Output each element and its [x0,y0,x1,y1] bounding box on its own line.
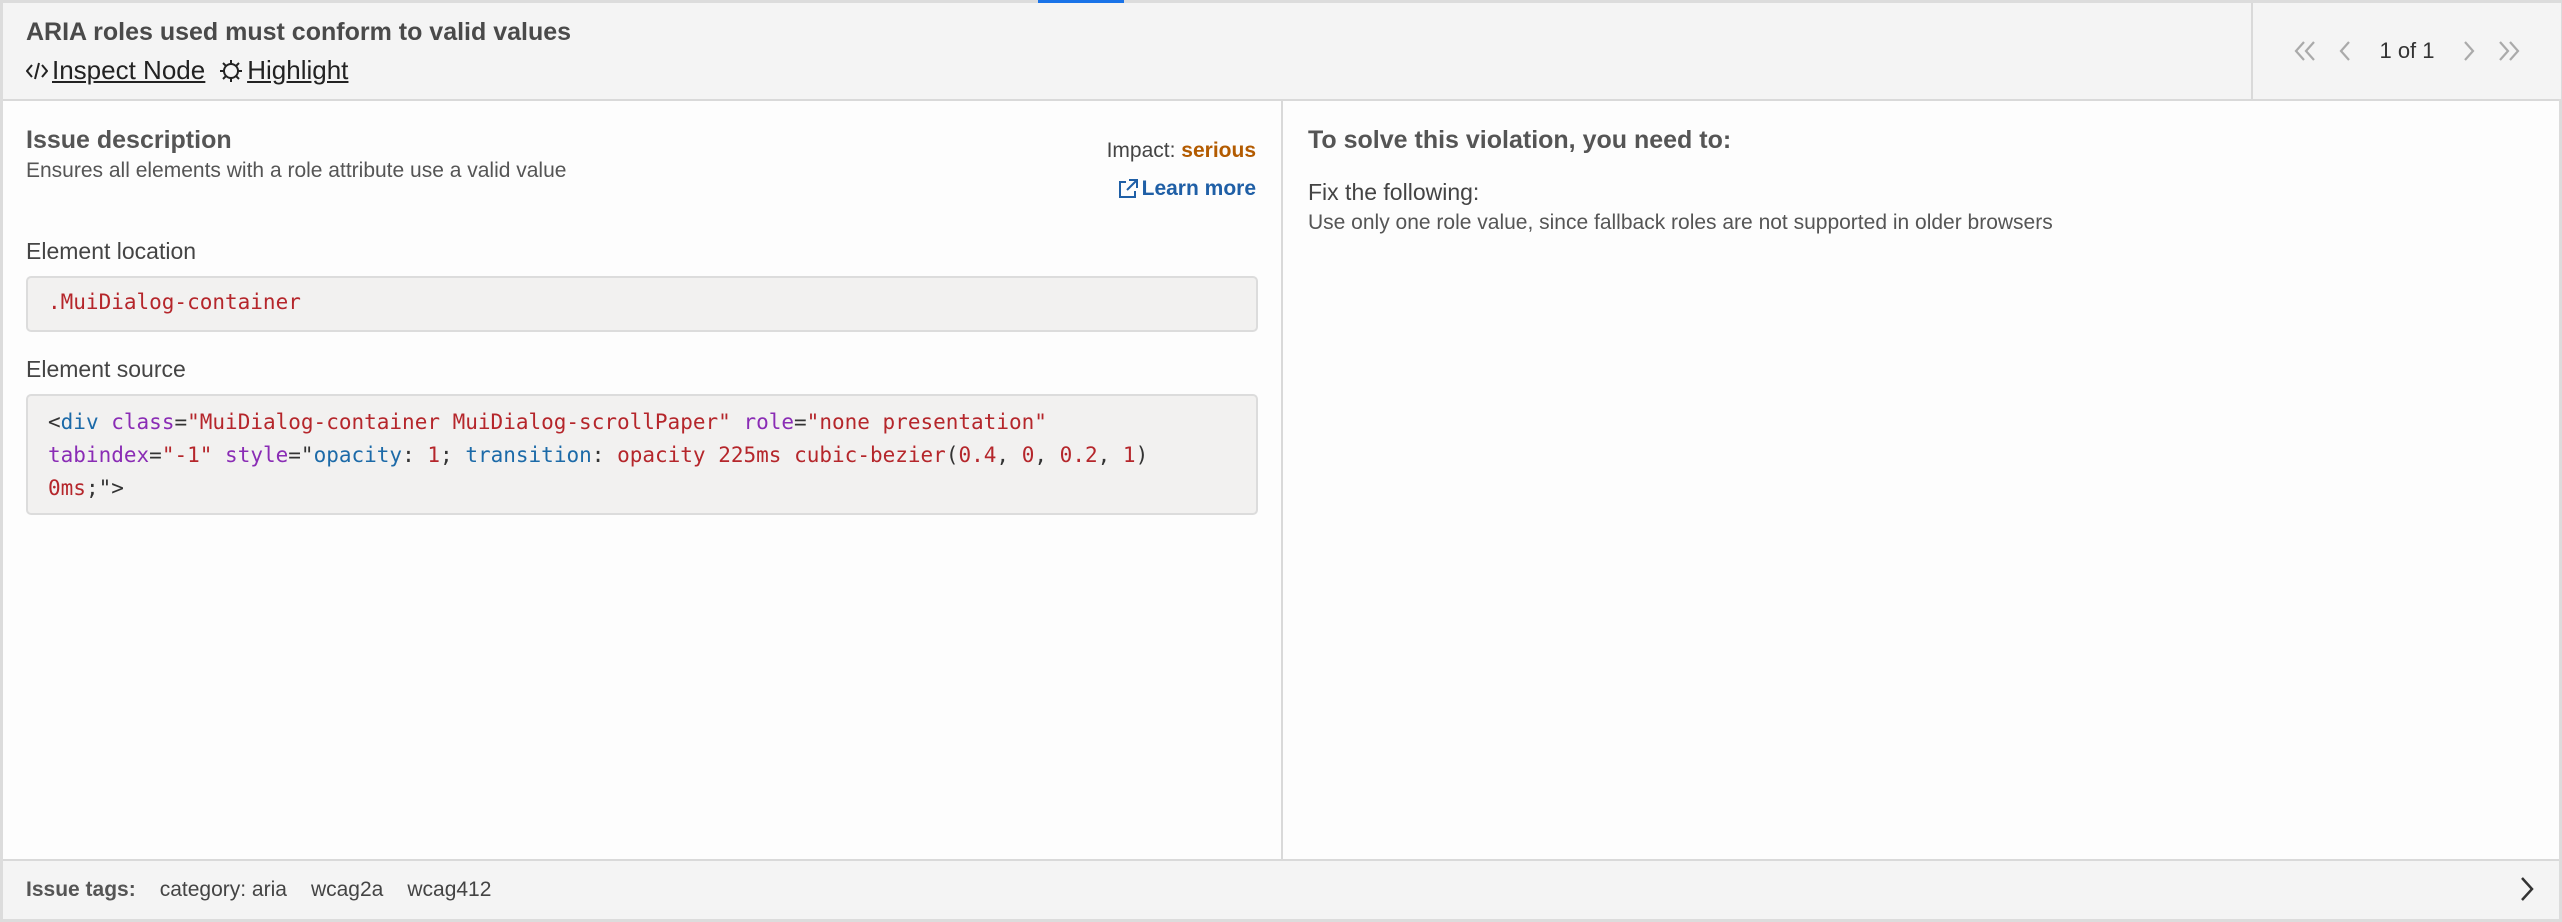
code-token: < [48,410,61,434]
code-token: 0.4 [958,443,997,467]
issue-panel: Issue description Ensures all elements w… [3,101,1283,859]
double-chevron-right-icon [2498,41,2519,61]
code-token: opacity [313,443,403,467]
code-token: "none presentation" [806,410,1047,434]
code-token: 0 [1021,443,1035,467]
solution-panel: To solve this violation, you need to: Fi… [1283,101,2559,859]
code-token: 0.2 [1059,443,1098,467]
impact-label: Impact: [1106,139,1176,162]
external-link-icon [1118,179,1138,198]
learn-more-label: Learn more [1141,177,1256,200]
double-chevron-left-icon [2294,41,2316,61]
fix-text: Use only one role value, since fallback … [1308,211,2053,234]
expand-tags-button[interactable] [2517,875,2537,909]
footer: Issue tags: category: aria wcag2a wcag41… [3,859,2559,919]
code-token: 1 [1122,443,1136,467]
header-actions: Inspect Node Highlight [26,55,348,86]
fix-following-label: Fix the following: [1308,179,1480,205]
inspect-node-link[interactable]: Inspect Node [26,55,205,86]
element-location-value: .MuiDialog-container [48,290,301,314]
inspect-node-label: Inspect Node [52,55,206,85]
learn-more-link[interactable]: Learn more [1117,177,1256,201]
issue-description-heading: Issue description [26,126,232,154]
chevron-right-icon [2463,41,2474,61]
issue-tag: wcag412 [407,878,492,901]
code-token: tabindex [48,443,150,467]
element-source-label: Element source [26,356,186,382]
element-location-box: .MuiDialog-container [26,276,1258,332]
code-token: 1 [427,443,441,467]
highlight-icon [220,59,243,82]
code-token: class [111,410,175,434]
page-count: 1 of 1 [2379,38,2435,63]
code-token: transition [465,443,592,467]
code-token: 225ms [718,443,782,467]
solve-heading: To solve this violation, you need to: [1308,126,1732,154]
element-source-box: <div class="MuiDialog-container MuiDialo… [26,394,1258,515]
issue-tag: wcag2a [310,878,384,901]
code-token: cubic-bezier [794,443,946,467]
chevron-left-icon [2339,41,2351,61]
code-token: "MuiDialog-container MuiDialog-scrollPap… [187,410,731,434]
chevron-right-icon [2521,877,2534,901]
code-token: style [225,443,289,467]
code-icon [26,62,48,79]
issue-tags-label: Issue tags: [26,878,136,901]
code-token: div [60,410,99,434]
next-page-button[interactable] [2449,31,2489,71]
header: ARIA roles used must conform to valid va… [3,3,2561,101]
pager: 1 of 1 [2251,3,2561,99]
impact-value: serious [1181,139,1256,162]
impact: Impact: serious [1107,139,1256,163]
highlight-label: Highlight [247,55,349,85]
element-location-label: Element location [26,238,197,264]
code-token: 0ms [48,476,86,500]
issue-title: ARIA roles used must conform to valid va… [26,18,572,46]
last-page-button[interactable] [2489,31,2529,71]
prev-page-button[interactable] [2325,31,2365,71]
issue-tag: category: aria [159,878,287,901]
code-token: role [743,410,795,434]
first-page-button[interactable] [2285,31,2325,71]
code-token: "-1" [161,443,213,467]
code-token: opacity [617,443,706,467]
issue-description-text: Ensures all elements with a role attribu… [26,159,567,182]
highlight-link[interactable]: Highlight [219,55,348,86]
element-source-code: <div class="MuiDialog-container MuiDialo… [48,410,1149,500]
